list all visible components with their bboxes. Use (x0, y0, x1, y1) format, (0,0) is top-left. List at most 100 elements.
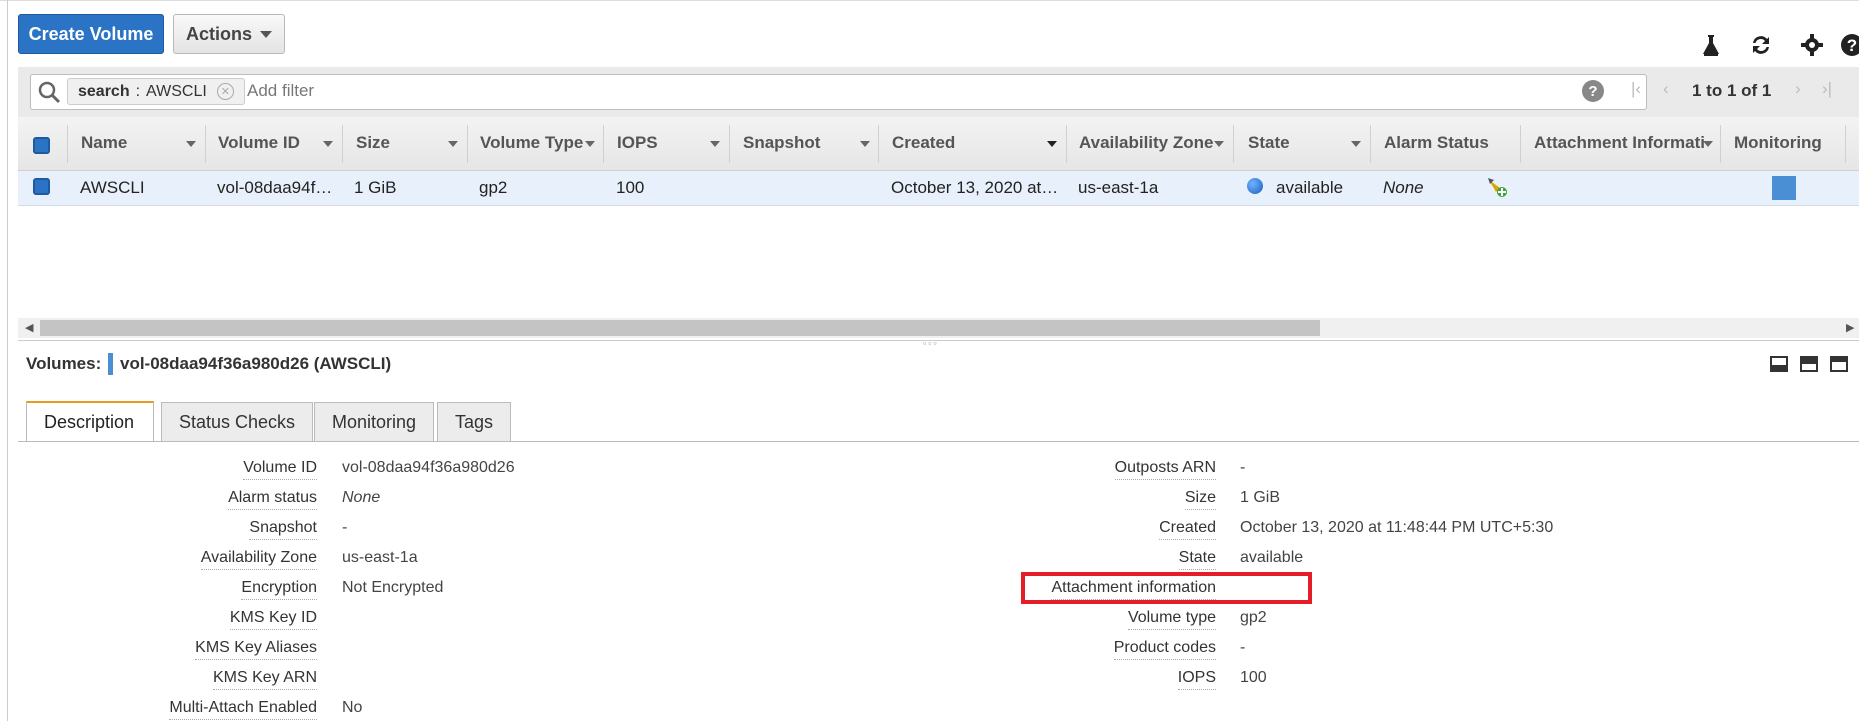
column-divider (1066, 125, 1067, 163)
status-available-icon (1247, 178, 1263, 194)
tabs-underline (18, 441, 1859, 442)
value-snapshot: - (342, 519, 348, 536)
column-divider (1370, 125, 1371, 163)
column-divider (205, 125, 206, 163)
cell-availability-zone: us-east-1a (1078, 178, 1159, 197)
panel-half-icon[interactable] (1800, 356, 1818, 372)
col-header-attachment-information[interactable]: Attachment Informatio (1534, 133, 1704, 153)
filter-chip-value: AWSCLI (146, 82, 207, 100)
panel-minimize-icon[interactable] (1770, 356, 1788, 372)
label-iops: IOPS (1177, 669, 1216, 690)
actions-label: Actions (185, 23, 252, 44)
label-volume-id: Volume ID (243, 459, 317, 480)
col-header-snapshot[interactable]: Snapshot (743, 133, 820, 153)
col-header-monitoring[interactable]: Monitoring (1734, 133, 1822, 153)
sort-caret-icon[interactable] (1047, 141, 1057, 147)
sort-caret-icon[interactable] (186, 141, 196, 147)
tab-description[interactable]: Description (26, 401, 154, 441)
value-size: 1 GiB (1240, 489, 1281, 506)
column-divider (1520, 125, 1521, 163)
value-state: available (1240, 549, 1304, 566)
sort-caret-icon[interactable] (1214, 141, 1224, 147)
scrollbar-thumb[interactable] (40, 320, 1320, 336)
label-alarm-status: Alarm status (228, 489, 317, 510)
label-outposts-arn: Outposts ARN (1114, 459, 1216, 480)
value-outposts-arn: - (1240, 459, 1246, 476)
cell-state: available (1276, 178, 1344, 197)
cell-volume-id: vol-08daa94f… (217, 178, 333, 197)
prev-page-icon[interactable]: ‹ (1663, 79, 1669, 99)
cell-name: AWSCLI (80, 178, 145, 197)
label-product-codes: Product codes (1113, 639, 1216, 660)
tab-status-checks[interactable]: Status Checks (161, 402, 314, 441)
sort-caret-icon[interactable] (1351, 141, 1361, 147)
close-icon[interactable]: ✕ (216, 83, 234, 100)
sort-caret-icon[interactable] (1703, 141, 1713, 147)
value-availability-zone: us-east-1a (342, 549, 418, 566)
panel-maximize-icon[interactable] (1830, 356, 1848, 372)
last-page-icon[interactable]: ›| (1822, 79, 1832, 99)
sort-caret-icon[interactable] (448, 141, 458, 147)
tab-tags[interactable]: Tags (437, 402, 512, 441)
column-divider (729, 125, 730, 163)
cell-volume-type: gp2 (479, 178, 508, 197)
col-header-created[interactable]: Created (892, 133, 955, 153)
add-filter-placeholder[interactable]: Add filter (247, 81, 314, 101)
label-availability-zone: Availability Zone (200, 549, 317, 570)
column-divider (603, 125, 604, 163)
column-divider (342, 125, 343, 163)
sort-caret-icon[interactable] (710, 141, 720, 147)
detail-title: Volumes: (26, 354, 101, 374)
column-divider (467, 125, 468, 163)
highlight-box (1021, 572, 1312, 604)
filter-chip-key: search (78, 82, 130, 100)
value-encryption: Not Encrypted (342, 579, 444, 596)
search-help-icon[interactable]: ? (1582, 80, 1604, 102)
search-icon (37, 80, 61, 109)
monitoring-icon[interactable] (1772, 176, 1796, 200)
flask-icon[interactable] (1696, 30, 1726, 60)
filter-chip[interactable]: search : AWSCLI ✕ (67, 78, 245, 105)
column-divider (67, 125, 68, 163)
sort-caret-icon[interactable] (323, 141, 333, 147)
refresh-icon[interactable] (1746, 30, 1776, 60)
col-header-name[interactable]: Name (81, 133, 127, 153)
col-header-alarm-status[interactable]: Alarm Status (1384, 133, 1489, 153)
col-header-volume-type[interactable]: Volume Type (480, 133, 583, 153)
next-page-icon[interactable]: › (1795, 79, 1801, 99)
cell-created: October 13, 2020 at… (891, 178, 1059, 197)
tab-monitoring[interactable]: Monitoring (314, 402, 435, 441)
help-icon[interactable]: ? (1836, 30, 1859, 60)
sort-caret-icon[interactable] (585, 141, 595, 147)
value-volume-type: gp2 (1240, 609, 1267, 626)
col-header-size[interactable]: Size (356, 133, 390, 153)
cell-size: 1 GiB (354, 178, 397, 197)
col-header-iops[interactable]: IOPS (617, 133, 658, 153)
column-divider (1720, 125, 1721, 163)
left-border (7, 0, 8, 721)
col-header-state[interactable]: State (1248, 133, 1290, 153)
create-alarm-icon[interactable] (1486, 176, 1508, 203)
pagination-text: 1 to 1 of 1 (1692, 81, 1772, 100)
col-header-availability-zone[interactable]: Availability Zone (1079, 133, 1213, 153)
label-multi-attach-enabled: Multi-Attach Enabled (169, 699, 317, 720)
col-header-volume-id[interactable]: Volume ID (218, 133, 300, 153)
sort-caret-icon[interactable] (860, 141, 870, 147)
scroll-left-icon[interactable]: ◀ (25, 321, 33, 334)
gear-icon[interactable] (1797, 30, 1827, 60)
label-kms-key-id: KMS Key ID (229, 609, 317, 630)
detail-prefix: Volumes: (26, 354, 102, 373)
select-all-checkbox[interactable] (33, 137, 50, 154)
label-state: State (1178, 549, 1216, 570)
chevron-down-icon (260, 30, 272, 38)
first-page-icon[interactable]: |‹ (1631, 79, 1641, 99)
scroll-right-icon[interactable]: ▶ (1846, 321, 1854, 334)
top-border (0, 0, 1859, 1)
value-iops: 100 (1240, 669, 1267, 686)
row-checkbox[interactable] (33, 178, 50, 195)
value-product-codes: - (1240, 639, 1246, 656)
actions-dropdown-button[interactable]: Actions (173, 14, 285, 54)
column-divider (878, 125, 879, 163)
create-volume-button[interactable]: Create Volume (18, 14, 164, 54)
resize-handle-icon[interactable]: ▫▫▫ (923, 338, 939, 348)
